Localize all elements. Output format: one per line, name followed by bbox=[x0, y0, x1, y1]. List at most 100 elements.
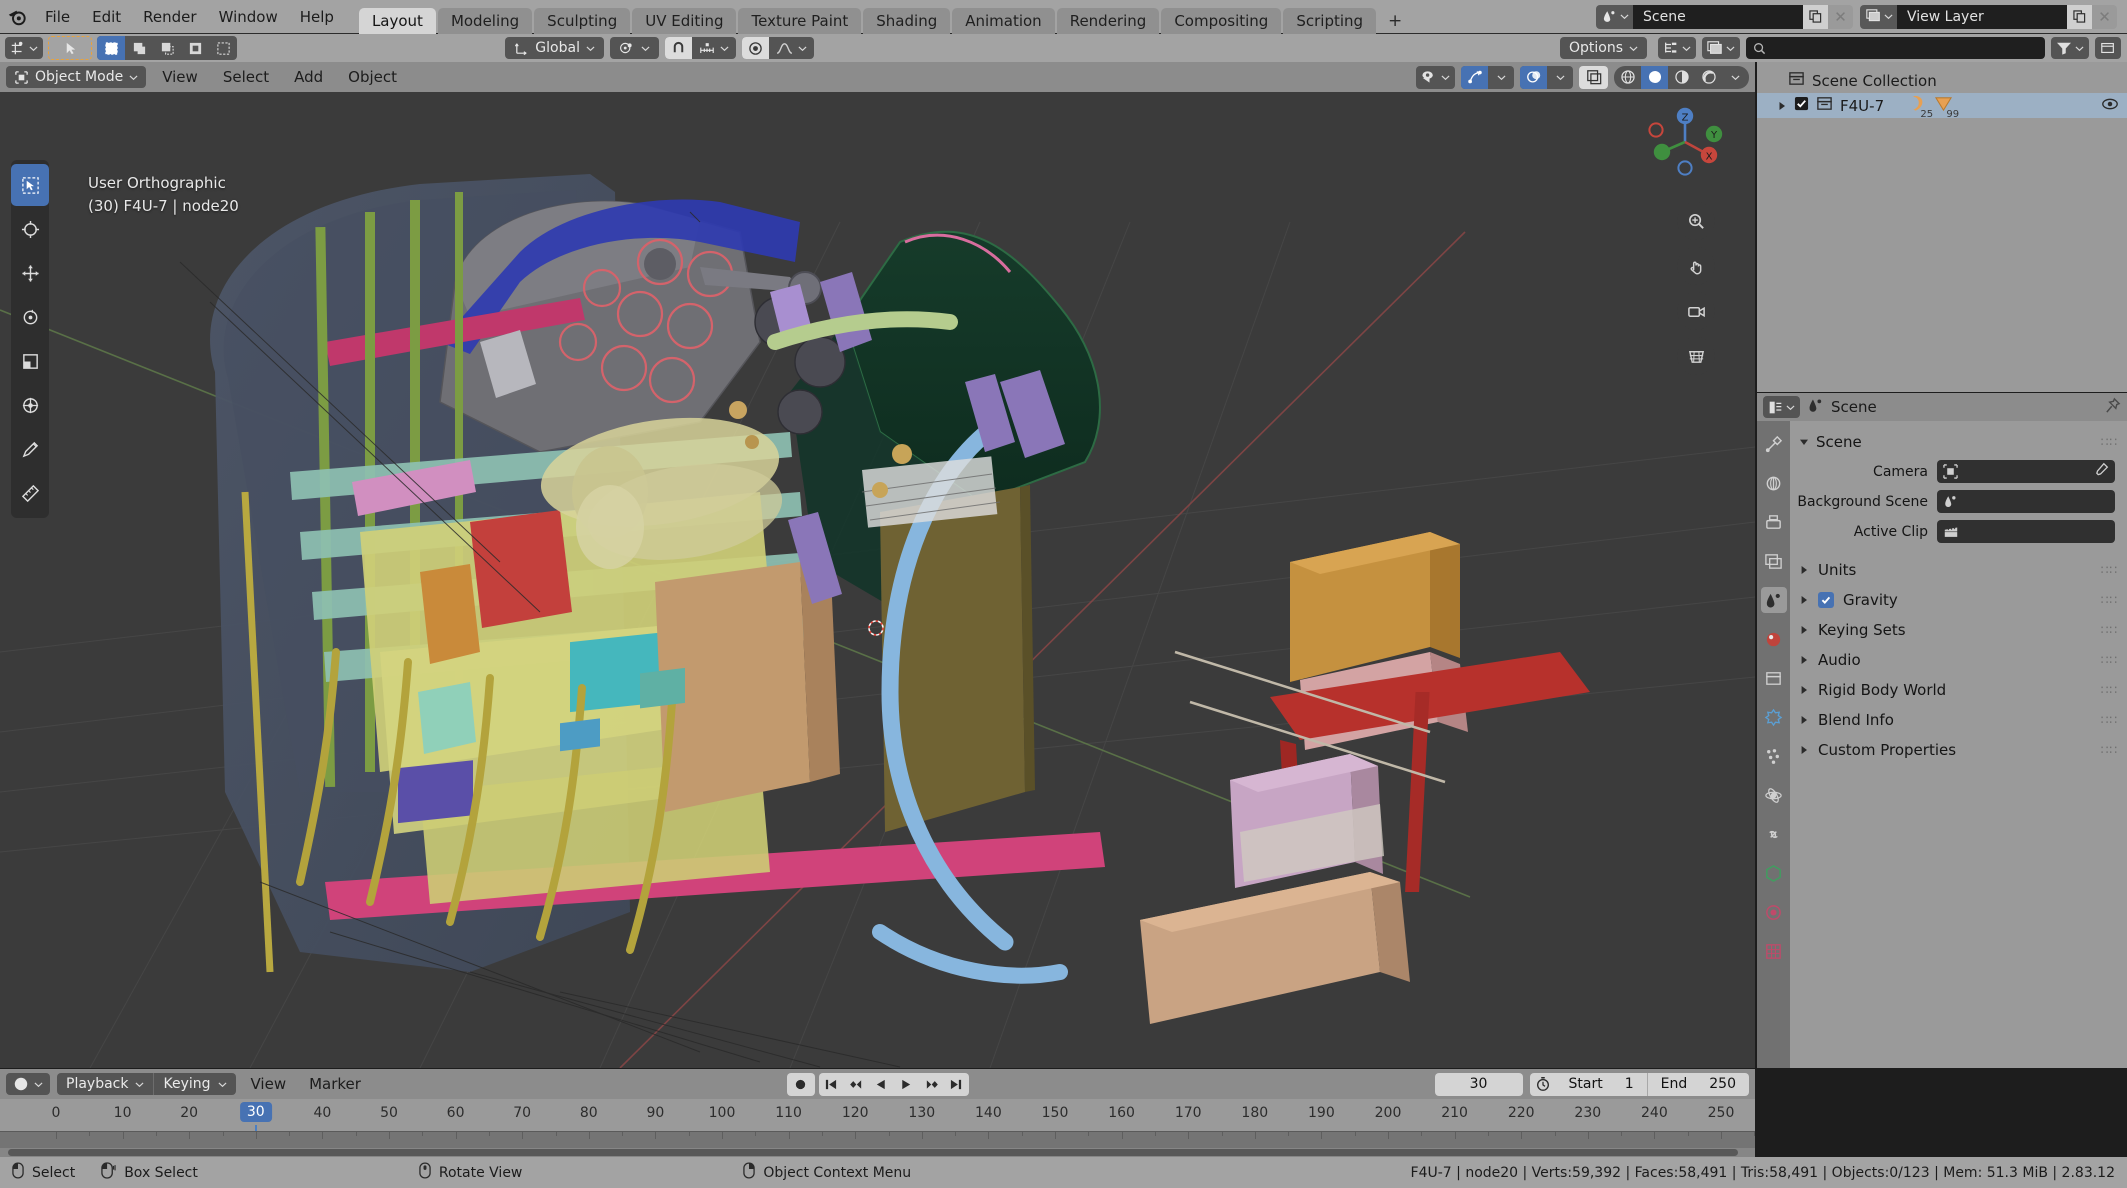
tab-shading[interactable]: Shading bbox=[863, 7, 951, 34]
armature-badge-icon[interactable]: 25 bbox=[1909, 94, 1933, 120]
shading-rendered-icon[interactable] bbox=[1695, 66, 1722, 89]
tab-texture-paint[interactable]: Texture Paint bbox=[738, 7, 862, 34]
cursor-tool-icon[interactable] bbox=[11, 208, 49, 250]
tab-modeling[interactable]: Modeling bbox=[437, 7, 533, 34]
tweak-tool-icon[interactable] bbox=[48, 36, 92, 60]
ortho-persp-nav-icon[interactable] bbox=[1677, 337, 1715, 375]
select-extend-icon[interactable] bbox=[125, 36, 153, 60]
pivot-point-dropdown[interactable] bbox=[609, 37, 659, 59]
outliner-editor-type-icon[interactable] bbox=[1658, 37, 1696, 59]
outliner-row-f4u-7[interactable]: F4U-7 25 99 bbox=[1757, 93, 2127, 120]
jump-to-start-icon[interactable] bbox=[819, 1073, 844, 1096]
play-icon[interactable] bbox=[894, 1073, 919, 1096]
timeline-menu-marker[interactable]: Marker bbox=[301, 1073, 369, 1095]
filter-icon[interactable] bbox=[2051, 37, 2089, 59]
disclosure-triangle-icon[interactable] bbox=[1799, 433, 1809, 451]
object-mode-dropdown[interactable]: Object Mode bbox=[6, 66, 147, 88]
scene-tab-icon[interactable] bbox=[1760, 587, 1787, 613]
overlays-dropdown[interactable] bbox=[1547, 66, 1573, 89]
disclosure-triangle-icon[interactable] bbox=[1777, 97, 1787, 115]
pin-icon[interactable] bbox=[2104, 397, 2121, 418]
section-custom-properties[interactable]: Custom Properties ∷∷ bbox=[1790, 735, 2127, 765]
disclosure-triangle-icon[interactable] bbox=[1799, 651, 1809, 669]
view-layer-selector[interactable]: View Layer ✕ bbox=[1860, 4, 2117, 29]
scene-name-field[interactable]: Scene bbox=[1633, 4, 1803, 29]
scene-icon[interactable] bbox=[1596, 4, 1633, 29]
disclosure-triangle-icon[interactable] bbox=[1799, 561, 1809, 579]
record-icon[interactable] bbox=[786, 1072, 815, 1096]
viewport-menu-object[interactable]: Object bbox=[339, 66, 406, 88]
timeline-playhead-label[interactable]: 30 bbox=[239, 1102, 272, 1122]
background-scene-field[interactable] bbox=[1937, 490, 2115, 513]
rotate-tool-icon[interactable] bbox=[11, 296, 49, 338]
properties-editor-type-icon[interactable] bbox=[1763, 396, 1800, 418]
particles-tab-icon[interactable] bbox=[1761, 743, 1787, 769]
add-workspace-button[interactable]: + bbox=[1378, 8, 1412, 34]
menu-edit[interactable]: Edit bbox=[81, 0, 132, 34]
tab-scripting[interactable]: Scripting bbox=[1283, 7, 1377, 34]
snap-increment-dropdown[interactable] bbox=[692, 37, 736, 59]
disclosure-triangle-icon[interactable] bbox=[1799, 741, 1809, 759]
material-tab-icon[interactable] bbox=[1761, 899, 1787, 925]
output-tab-icon[interactable] bbox=[1761, 509, 1787, 535]
active-clip-field[interactable] bbox=[1937, 520, 2115, 543]
section-keying-sets[interactable]: Keying Sets ∷∷ bbox=[1790, 615, 2127, 645]
select-set-icon[interactable] bbox=[97, 36, 125, 60]
tool-tab-icon[interactable] bbox=[1761, 431, 1787, 457]
constraints-tab-icon[interactable] bbox=[1761, 821, 1787, 847]
camera-field[interactable] bbox=[1937, 460, 2115, 483]
stopwatch-icon[interactable] bbox=[1530, 1076, 1556, 1092]
transform-orientation-dropdown[interactable]: Global bbox=[505, 37, 604, 59]
close-icon[interactable]: ✕ bbox=[1828, 4, 1853, 29]
current-frame-field[interactable]: 30 bbox=[1434, 1072, 1523, 1096]
measure-tool-icon[interactable] bbox=[11, 472, 49, 514]
section-blend-info[interactable]: Blend Info ∷∷ bbox=[1790, 705, 2127, 735]
tab-animation[interactable]: Animation bbox=[952, 7, 1055, 34]
view-layer-display-icon[interactable] bbox=[1702, 37, 1740, 59]
select-intersect-icon[interactable] bbox=[209, 36, 237, 60]
prev-keyframe-icon[interactable] bbox=[844, 1073, 869, 1096]
magnet-icon[interactable] bbox=[664, 37, 692, 59]
section-gravity[interactable]: Gravity ∷∷ bbox=[1790, 585, 2127, 615]
eyedropper-icon[interactable] bbox=[2094, 462, 2109, 481]
data-tab-icon[interactable] bbox=[1761, 860, 1787, 886]
gravity-checkbox[interactable] bbox=[1818, 592, 1834, 608]
viewport-menu-add[interactable]: Add bbox=[285, 66, 332, 88]
timeline-scroll-thumb[interactable] bbox=[8, 1149, 1738, 1156]
tweak-select-box-icon[interactable] bbox=[11, 164, 49, 206]
proportional-edit-icon[interactable] bbox=[741, 37, 769, 59]
outliner-checkbox[interactable] bbox=[1794, 96, 1809, 115]
zoom-nav-icon[interactable] bbox=[1677, 202, 1715, 240]
object-visibility-dropdown[interactable] bbox=[1416, 65, 1455, 89]
xray-icon[interactable] bbox=[1579, 65, 1608, 89]
jump-to-end-icon[interactable] bbox=[944, 1073, 969, 1096]
pan-nav-icon[interactable] bbox=[1677, 247, 1715, 285]
annotate-tool-icon[interactable] bbox=[11, 428, 49, 470]
disclosure-triangle-icon[interactable] bbox=[1799, 621, 1809, 639]
navigation-gizmo[interactable]: Z X Y bbox=[1643, 100, 1727, 184]
start-frame-field[interactable]: Start 1 bbox=[1556, 1073, 1647, 1096]
shading-solid-icon[interactable] bbox=[1641, 65, 1668, 89]
shading-material-icon[interactable] bbox=[1668, 66, 1695, 89]
outliner-row-scene-collection[interactable]: Scene Collection bbox=[1757, 68, 2127, 93]
menu-window[interactable]: Window bbox=[208, 0, 289, 34]
options-dropdown[interactable]: Options bbox=[1559, 37, 1647, 59]
move-tool-icon[interactable] bbox=[11, 252, 49, 294]
timeline-editor-type-icon[interactable] bbox=[6, 1073, 50, 1095]
camera-nav-icon[interactable] bbox=[1677, 292, 1715, 330]
tab-rendering[interactable]: Rendering bbox=[1056, 7, 1160, 34]
outliner-search-input[interactable] bbox=[1746, 37, 2045, 59]
tab-layout[interactable]: Layout bbox=[358, 7, 436, 34]
menu-file[interactable]: File bbox=[34, 0, 81, 34]
modifier-tab-icon[interactable] bbox=[1761, 704, 1787, 730]
duplicate-icon[interactable] bbox=[1803, 4, 1828, 29]
scale-tool-icon[interactable] bbox=[11, 340, 49, 382]
mesh-badge-icon[interactable]: 99 bbox=[1933, 94, 1959, 120]
scene-selector[interactable]: Scene ✕ bbox=[1596, 4, 1853, 29]
viewport-menu-view[interactable]: View bbox=[153, 66, 207, 88]
collection-tab-icon[interactable] bbox=[1761, 665, 1787, 691]
viewport-3d[interactable]: Object Mode View Select Add Object User … bbox=[0, 62, 1755, 1068]
tab-sculpting[interactable]: Sculpting bbox=[534, 7, 631, 34]
select-subtract-icon[interactable] bbox=[153, 36, 181, 60]
menu-help[interactable]: Help bbox=[289, 0, 345, 34]
